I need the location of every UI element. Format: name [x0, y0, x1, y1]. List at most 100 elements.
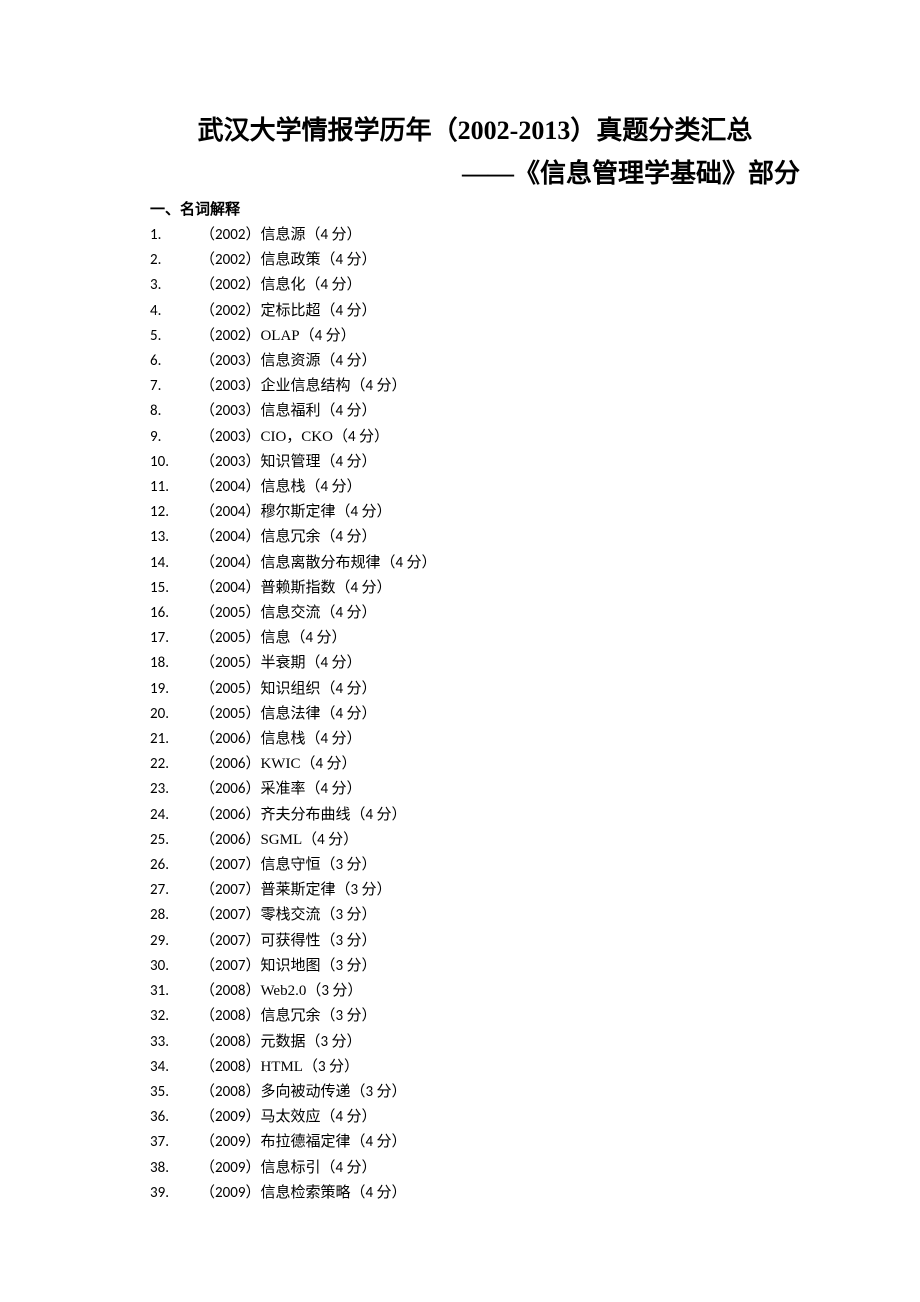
open-paren: （ [306, 982, 321, 1000]
close-paren: ） [341, 327, 356, 345]
item-number: 19. [150, 677, 176, 702]
list-item: 3.（2002）信息化（4 分） [150, 273, 800, 298]
close-paren: ） [245, 755, 260, 773]
item-term: 信息法律 [260, 706, 320, 722]
open-paren: （ [200, 982, 215, 1000]
item-points: 3 分 [365, 1083, 391, 1101]
open-paren: （ [305, 654, 320, 672]
item-number: 30. [150, 954, 176, 979]
item-term: 信息栈 [260, 731, 305, 747]
open-paren: （ [200, 503, 215, 521]
item-term: Web2.0 [260, 983, 306, 999]
item-points: 4 分 [335, 604, 361, 622]
item-points: 4 分 [335, 453, 361, 471]
list-item: 36.（2009）马太效应（4 分） [150, 1105, 800, 1130]
item-year: 2004 [215, 503, 245, 521]
close-paren: ） [347, 982, 362, 1000]
item-points: 4 分 [365, 806, 391, 824]
list-item: 11.（2004）信息栈（4 分） [150, 475, 800, 500]
open-paren: （ [305, 1033, 320, 1051]
item-term: 信息资源 [260, 353, 320, 369]
item-year: 2002 [215, 302, 245, 320]
title-line-1: 武汉大学情报学历年（2002-2013）真题分类汇总 [150, 110, 800, 147]
open-paren: （ [200, 881, 215, 899]
open-paren: （ [350, 1133, 365, 1151]
item-year: 2007 [215, 856, 245, 874]
item-year: 2006 [215, 806, 245, 824]
open-paren: （ [320, 302, 335, 320]
open-paren: （ [200, 780, 215, 798]
item-term: 普赖斯指数 [260, 580, 335, 596]
list-item: 16.（2005）信息交流（4 分） [150, 601, 800, 626]
item-year: 2002 [215, 226, 245, 244]
list-item: 4.（2002）定标比超（4 分） [150, 299, 800, 324]
item-term: 可获得性 [260, 933, 320, 949]
item-year: 2009 [215, 1159, 245, 1177]
open-paren: （ [320, 453, 335, 471]
item-year: 2003 [215, 402, 245, 420]
item-term: 信息冗余 [260, 1008, 320, 1024]
item-year: 2009 [215, 1184, 245, 1202]
item-points: 4 分 [320, 730, 346, 748]
open-paren: （ [320, 604, 335, 622]
close-paren: ） [245, 680, 260, 698]
open-paren: （ [200, 428, 215, 446]
item-number: 10. [150, 450, 176, 475]
item-year: 2003 [215, 352, 245, 370]
item-term: 知识组织 [260, 681, 320, 697]
item-year: 2006 [215, 730, 245, 748]
close-paren: ） [391, 1184, 406, 1202]
close-paren: ） [331, 629, 346, 647]
item-number: 15. [150, 576, 176, 601]
close-paren: ） [361, 453, 376, 471]
item-number: 2. [150, 248, 176, 273]
item-term: 信息栈 [260, 479, 305, 495]
item-year: 2008 [215, 1033, 245, 1051]
close-paren: ） [245, 856, 260, 874]
list-item: 12.（2004）穆尔斯定律（4 分） [150, 500, 800, 525]
close-paren: ） [361, 251, 376, 269]
item-term: HTML [260, 1059, 303, 1075]
close-paren: ） [346, 226, 361, 244]
list-item: 18.（2005）半衰期（4 分） [150, 651, 800, 676]
item-year: 2007 [215, 881, 245, 899]
item-number: 9. [150, 425, 176, 450]
open-paren: （ [200, 554, 215, 572]
item-number: 29. [150, 929, 176, 954]
item-number: 7. [150, 374, 176, 399]
open-paren: （ [200, 1083, 215, 1101]
list-item: 32.（2008）信息冗余（3 分） [150, 1004, 800, 1029]
open-paren: （ [305, 276, 320, 294]
close-paren: ） [245, 1133, 260, 1151]
close-paren: ） [245, 1033, 260, 1051]
open-paren: （ [305, 226, 320, 244]
open-paren: （ [200, 1133, 215, 1151]
item-number: 39. [150, 1181, 176, 1206]
open-paren: （ [200, 831, 215, 849]
item-number: 4. [150, 299, 176, 324]
list-item: 25.（2006）SGML（4 分） [150, 828, 800, 853]
item-number: 32. [150, 1004, 176, 1029]
item-year: 2005 [215, 604, 245, 622]
list-item: 34.（2008）HTML（3 分） [150, 1055, 800, 1080]
item-year: 2004 [215, 579, 245, 597]
item-number: 22. [150, 752, 176, 777]
close-paren: ） [361, 402, 376, 420]
item-term: 齐夫分布曲线 [260, 807, 350, 823]
item-points: 4 分 [335, 528, 361, 546]
open-paren: （ [200, 604, 215, 622]
open-paren: （ [200, 352, 215, 370]
item-term: 普莱斯定律 [260, 882, 335, 898]
item-number: 37. [150, 1130, 176, 1155]
item-year: 2006 [215, 831, 245, 849]
section-heading: 一、名词解释 [150, 198, 800, 219]
item-year: 2005 [215, 680, 245, 698]
item-number: 13. [150, 525, 176, 550]
item-year: 2006 [215, 755, 245, 773]
item-term: 多向被动传递 [260, 1084, 350, 1100]
item-term: 信息交流 [260, 605, 320, 621]
item-year: 2007 [215, 906, 245, 924]
close-paren: ） [245, 982, 260, 1000]
close-paren: ） [245, 276, 260, 294]
close-paren: ） [245, 302, 260, 320]
